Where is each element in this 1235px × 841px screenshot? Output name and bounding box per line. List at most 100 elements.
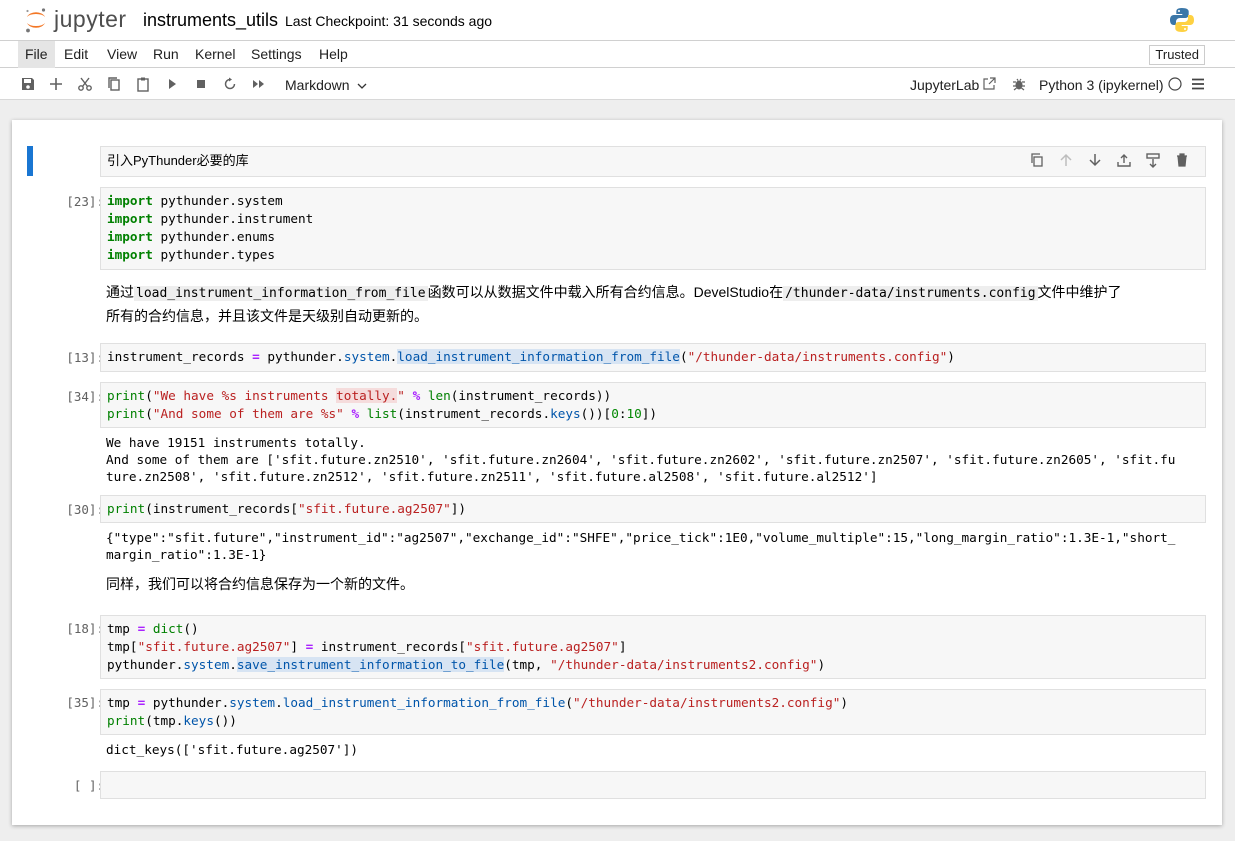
menu-settings[interactable]: Settings: [244, 41, 309, 68]
cell-prompt: [30]:: [66, 502, 104, 517]
move-up-icon[interactable]: [1058, 152, 1074, 168]
cell-prompt: [34]:: [66, 389, 104, 404]
code-text: pythunder: [152, 695, 222, 710]
code-source[interactable]: print("We have %s instruments totally." …: [101, 383, 1205, 427]
run-icon[interactable]: [164, 76, 180, 92]
code-text: instrument_records: [320, 639, 459, 654]
string: "/thunder-data/instruments2.config": [550, 657, 818, 672]
menu-help[interactable]: Help: [312, 41, 355, 68]
code-cell-input[interactable]: instrument_records = pythunder.system.lo…: [100, 343, 1206, 372]
cell-prompt: [13]:: [66, 350, 104, 365]
attribute: system: [183, 657, 230, 672]
code-text: tmp: [152, 713, 176, 728]
run-all-icon[interactable]: [251, 76, 267, 92]
cell-toolbar: [1029, 152, 1199, 172]
number: 0: [611, 406, 619, 421]
notebook-title[interactable]: instruments_utils: [143, 10, 278, 31]
attribute: system: [229, 695, 276, 710]
operator: %: [351, 406, 360, 421]
insert-below-icon[interactable]: [1145, 152, 1161, 168]
delete-cell-icon[interactable]: [1174, 152, 1190, 168]
number: 10: [626, 406, 642, 421]
string: "sfit.future.ag2507": [466, 639, 619, 654]
output-line: ture.zn2508', 'sfit.future.zn2512', 'sfi…: [106, 469, 878, 484]
code-text: pythunder: [267, 349, 337, 364]
trusted-badge[interactable]: Trusted: [1149, 45, 1205, 65]
attribute: keys: [183, 713, 214, 728]
cell-output: dict_keys(['sfit.future.ag2507']): [106, 742, 359, 757]
string: "We have %s instruments: [152, 388, 337, 403]
cell-prompt: [35]:: [66, 695, 104, 710]
external-link-icon[interactable]: [983, 77, 996, 90]
code-text: tmp: [107, 695, 130, 710]
paste-icon[interactable]: [135, 76, 151, 92]
debugger-bug-icon[interactable]: [1011, 76, 1027, 92]
code-text: pythunder.enums: [152, 229, 276, 244]
output-line: We have 19151 instruments totally.: [106, 435, 366, 450]
notebook-panel: 引入PyThunder必要的库 [23]: import pythunder.s…: [12, 120, 1222, 825]
builtin: print: [107, 406, 146, 421]
jupyterlab-link[interactable]: JupyterLab: [910, 77, 979, 93]
cell-output: We have 19151 instruments totally. And s…: [106, 434, 1175, 485]
code-source[interactable]: import pythunder.system import pythunder…: [101, 188, 1205, 268]
builtin: print: [107, 713, 146, 728]
output-line: {"type":"sfit.future","instrument_id":"a…: [106, 530, 1176, 545]
cell-type-select[interactable]: Markdown: [285, 77, 350, 93]
menu-file[interactable]: File: [18, 41, 55, 68]
code-cell-input[interactable]: print("We have %s instruments totally." …: [100, 382, 1206, 428]
duplicate-cell-icon[interactable]: [1029, 152, 1045, 168]
output-line: margin_ratio":1.3E-1}: [106, 547, 267, 562]
code-source[interactable]: print(instrument_records["sfit.future.ag…: [101, 496, 1205, 522]
inline-code: /thunder-data/instruments.config: [783, 286, 1038, 301]
cell-prompt: [ ]:: [73, 778, 104, 793]
save-icon[interactable]: [20, 76, 36, 92]
code-text: tmp: [107, 621, 130, 636]
jupyter-logo-icon[interactable]: [24, 6, 48, 34]
restart-icon[interactable]: [222, 76, 238, 92]
code-text: pythunder.instrument: [152, 211, 314, 226]
code-text: pythunder: [107, 657, 176, 672]
string: "/thunder-data/instruments.config": [687, 349, 948, 364]
insert-above-icon[interactable]: [1116, 152, 1132, 168]
builtin: dict: [152, 621, 184, 636]
code-cell-input[interactable]: tmp = dict() tmp["sfit.future.ag2507"] =…: [100, 615, 1206, 679]
menu-view[interactable]: View: [100, 41, 144, 68]
menu-edit[interactable]: Edit: [57, 41, 95, 68]
code-source[interactable]: tmp = dict() tmp["sfit.future.ag2507"] =…: [101, 616, 1205, 678]
cell-prompt: [23]:: [66, 194, 104, 209]
code-cell-input[interactable]: print(instrument_records["sfit.future.ag…: [100, 495, 1206, 523]
string: "/thunder-data/instruments2.config": [573, 695, 841, 710]
cell-prompt: [18]:: [66, 621, 104, 636]
code-text: instrument_records: [152, 501, 291, 516]
attribute: load_instrument_information_from_file: [282, 695, 566, 710]
copy-icon[interactable]: [106, 76, 122, 92]
code-source[interactable]: tmp = pythunder.system.load_instrument_i…: [101, 690, 1205, 734]
output-line: And some of them are ['sfit.future.zn251…: [106, 452, 1176, 467]
cut-icon[interactable]: [77, 76, 93, 92]
stop-icon[interactable]: [193, 76, 209, 92]
notebook-toolbar: Markdown JupyterLab Python 3 (ipykernel): [0, 68, 1235, 100]
add-icon[interactable]: [48, 76, 64, 92]
operator: %: [412, 388, 421, 403]
chevron-down-icon[interactable]: [356, 80, 368, 92]
code-text: pythunder.types: [152, 247, 276, 262]
menu-hamburger-icon[interactable]: [1191, 77, 1205, 91]
empty-code-cell-input[interactable]: [100, 771, 1206, 799]
md-text: 所有的合约信息，并且该文件是天级别自动更新的。: [106, 308, 428, 324]
code-cell-input[interactable]: tmp = pythunder.system.load_instrument_i…: [100, 689, 1206, 735]
move-down-icon[interactable]: [1087, 152, 1103, 168]
kernel-name[interactable]: Python 3 (ipykernel): [1039, 77, 1164, 93]
builtin: print: [107, 501, 146, 516]
attribute: load_instrument_information_from_file: [397, 349, 680, 364]
builtin: list: [366, 406, 398, 421]
menu-run[interactable]: Run: [146, 41, 186, 68]
menu-kernel[interactable]: Kernel: [188, 41, 242, 68]
operator: =: [252, 349, 260, 364]
code-cell-input[interactable]: import pythunder.system import pythunder…: [100, 187, 1206, 270]
attribute: keys: [550, 406, 581, 421]
markdown-cell-input[interactable]: 引入PyThunder必要的库: [100, 146, 1206, 177]
attribute: save_instrument_information_to_file: [236, 657, 505, 672]
code-source[interactable]: instrument_records = pythunder.system.lo…: [101, 344, 1205, 370]
code-text: instrument_records: [404, 406, 543, 421]
string: totally.: [336, 388, 398, 403]
